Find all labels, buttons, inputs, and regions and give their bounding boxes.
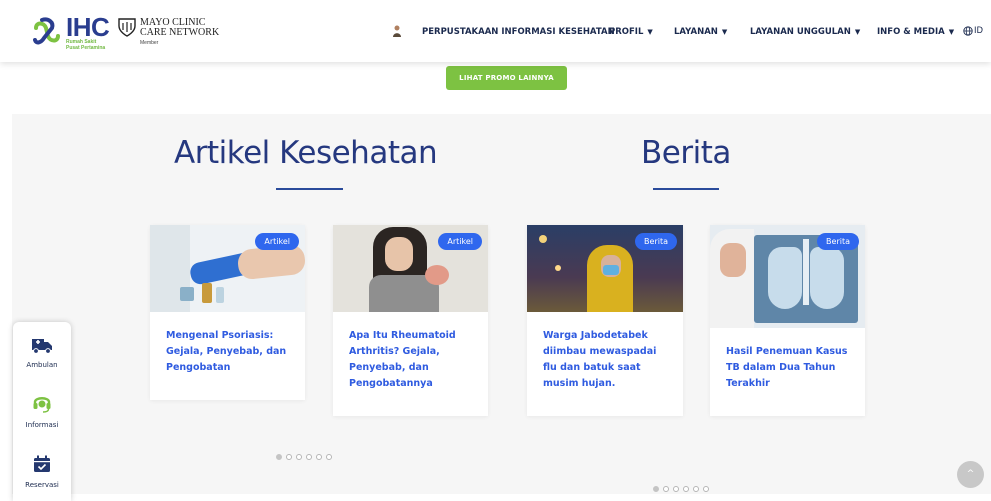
nav-layanan-unggulan[interactable]: LAYANAN UNGGULAN ▼	[750, 27, 860, 37]
ihc-logo-mark	[33, 17, 60, 45]
berita-section-title: Berita	[641, 135, 731, 171]
nav-label: PROFIL	[609, 27, 644, 37]
more-promo-button[interactable]: LIHAT PROMO LAINNYA	[446, 66, 567, 90]
berita-carousel-dots	[653, 486, 709, 492]
ambulance-shortcut[interactable]: Ambulan	[13, 336, 71, 369]
ambulance-label: Ambulan	[26, 361, 58, 369]
tb-news-image[interactable]: Berita	[710, 225, 865, 328]
news-card[interactable]: Berita Hasil Penemuan Kasus TB dalam Dua…	[710, 225, 865, 416]
category-badge: Berita	[635, 233, 677, 250]
nav-label: PERPUSTAKAAN INFORMASI KESEHATAN	[422, 27, 615, 37]
calendar-check-icon	[34, 455, 50, 472]
information-shortcut[interactable]: Informasi	[13, 392, 71, 429]
nav-label: LAYANAN UNGGULAN	[750, 27, 851, 37]
artikel-carousel-dots	[276, 454, 332, 460]
carousel-dot[interactable]	[703, 486, 709, 492]
carousel-dot[interactable]	[326, 454, 332, 460]
category-badge: Berita	[817, 233, 859, 250]
berita-title-underline	[653, 188, 719, 190]
reservation-shortcut[interactable]: Reservasi	[13, 454, 71, 489]
scroll-to-top-button[interactable]: ^	[957, 461, 984, 488]
psoriasis-image[interactable]: Artikel	[150, 225, 305, 312]
library-person-icon	[393, 25, 401, 37]
language-label: ID	[974, 26, 984, 36]
artikel-section-title: Artikel Kesehatan	[174, 135, 438, 171]
news-title[interactable]: Hasil Penemuan Kasus TB dalam Dua Tahun …	[726, 344, 851, 392]
mayo-member: Member	[140, 40, 159, 46]
globe-icon	[963, 26, 973, 36]
carousel-dot[interactable]	[276, 454, 282, 460]
caret-down-icon: ▼	[948, 28, 955, 36]
ambulance-icon	[32, 339, 52, 354]
quick-access-panel: Ambulan Informasi Reservasi	[13, 322, 71, 501]
information-label: Informasi	[25, 421, 59, 429]
carousel-dot[interactable]	[653, 486, 659, 492]
nav-label: INFO & MEDIA	[877, 27, 945, 37]
nav-info-media[interactable]: INFO & MEDIA ▼	[877, 27, 954, 37]
article-title[interactable]: Mengenal Psoriasis: Gejala, Penyebab, da…	[166, 328, 294, 376]
nav-perpustakaan[interactable]: PERPUSTAKAAN INFORMASI KESEHATAN	[422, 27, 615, 37]
carousel-dot[interactable]	[316, 454, 322, 460]
category-badge: Artikel	[255, 233, 299, 250]
caret-down-icon: ▼	[647, 28, 653, 36]
mayo-line-2: CARE NETWORK	[140, 27, 220, 38]
carousel-dot[interactable]	[663, 486, 669, 492]
carousel-dot[interactable]	[296, 454, 302, 460]
ihc-logo[interactable]: IHC Rumah Sakit Pusat Pertamina	[32, 12, 112, 52]
caret-down-icon: ▼	[721, 28, 728, 36]
logo-subtitle: Rumah Sakit Pusat Pertamina	[66, 39, 106, 51]
article-card[interactable]: Artikel Apa Itu Rheumatoid Arthritis? Ge…	[333, 225, 488, 416]
article-title[interactable]: Apa Itu Rheumatoid Arthritis? Gejala, Pe…	[349, 328, 471, 392]
news-title[interactable]: Warga Jabodetabek diimbau mewaspadai flu…	[543, 328, 673, 392]
nav-layanan[interactable]: LAYANAN ▼	[674, 27, 727, 37]
flu-news-image[interactable]: Berita	[527, 225, 683, 312]
carousel-dot[interactable]	[683, 486, 689, 492]
carousel-dot[interactable]	[306, 454, 312, 460]
article-card[interactable]: Artikel Mengenal Psoriasis: Gejala, Peny…	[150, 225, 305, 400]
category-badge: Artikel	[438, 233, 482, 250]
mayo-clinic-logo[interactable]: MAYO CLINIC CARE NETWORK Member	[118, 17, 228, 47]
site-header: IHC Rumah Sakit Pusat Pertamina MAYO CLI…	[0, 0, 991, 62]
chevron-up-icon: ^	[966, 469, 975, 479]
language-switcher[interactable]: ID	[963, 26, 983, 36]
mayo-shield-icon	[118, 18, 136, 37]
reservation-label: Reservasi	[25, 481, 59, 489]
artikel-title-underline	[276, 188, 343, 190]
carousel-dot[interactable]	[673, 486, 679, 492]
rheumatoid-image[interactable]: Artikel	[333, 225, 488, 312]
nav-label: LAYANAN	[674, 27, 718, 37]
news-card[interactable]: Berita Warga Jabodetabek diimbau mewaspa…	[527, 225, 683, 416]
caret-down-icon: ▼	[854, 28, 861, 36]
headset-icon	[33, 397, 51, 413]
carousel-dot[interactable]	[693, 486, 699, 492]
carousel-dot[interactable]	[286, 454, 292, 460]
nav-profil[interactable]: PROFIL ▼	[609, 27, 653, 37]
